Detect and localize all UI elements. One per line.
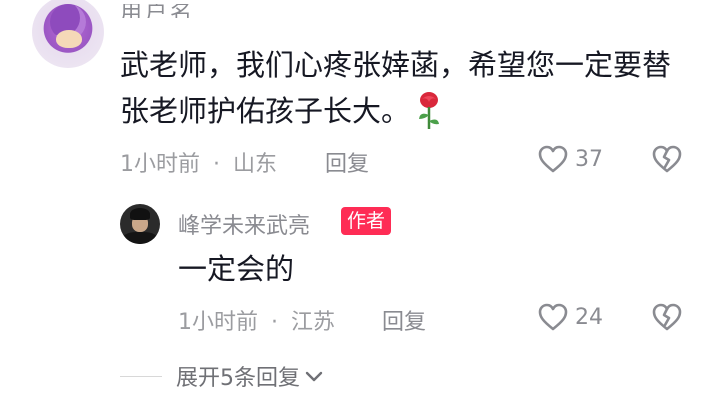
reply-text: 一定会的	[178, 252, 295, 286]
avatar-suit-shape	[122, 232, 158, 244]
avatar-face-shape	[56, 30, 82, 48]
heart-icon	[538, 303, 568, 331]
reply-meta: 1小时前 · 江苏	[178, 304, 335, 336]
author-avatar[interactable]	[120, 204, 160, 244]
comment-reply-button[interactable]: 回复	[325, 146, 369, 178]
chevron-down-icon	[305, 371, 323, 382]
comment-dislike-button[interactable]	[651, 144, 683, 178]
comment-text: 武老师，我们心疼张婞菡，希望您一定要替张老师护佑孩子长大。	[120, 42, 680, 134]
expand-divider	[120, 375, 162, 377]
commenter-name[interactable]: 用户名	[120, 4, 250, 18]
reply-like-button[interactable]: 24	[537, 302, 603, 332]
reply-time: 1小时前	[178, 310, 258, 335]
comment-like-count: 37	[575, 146, 603, 172]
broken-heart-icon	[652, 145, 682, 173]
expand-replies-button[interactable]: 展开5条回复	[120, 360, 324, 392]
meta-separator: ·	[271, 310, 278, 335]
reply-like-count: 24	[575, 304, 603, 330]
comment-location: 山东	[233, 152, 278, 177]
reply-location: 江苏	[291, 310, 336, 335]
heart-icon	[538, 145, 568, 173]
reply-reply-button[interactable]: 回复	[382, 304, 426, 336]
author-name[interactable]: 峰学未来武亮	[178, 208, 310, 240]
commenter-name-text: 用户名	[120, 4, 196, 18]
avatar-hair-shape	[130, 208, 150, 220]
comment-text-body: 武老师，我们心疼张婞菡，希望您一定要替张老师护佑孩子长大。	[120, 48, 672, 128]
reply-dislike-button[interactable]	[651, 302, 683, 336]
commenter-avatar[interactable]	[32, 0, 104, 68]
broken-heart-icon	[652, 303, 682, 331]
rose-icon	[419, 92, 440, 129]
comment-time: 1小时前	[120, 152, 200, 177]
expand-replies-label: 展开5条回复	[176, 366, 300, 391]
author-badge: 作者	[341, 207, 392, 235]
comment-like-button[interactable]: 37	[537, 144, 603, 174]
comment-meta: 1小时前 · 山东	[120, 146, 277, 178]
meta-separator: ·	[213, 152, 220, 177]
